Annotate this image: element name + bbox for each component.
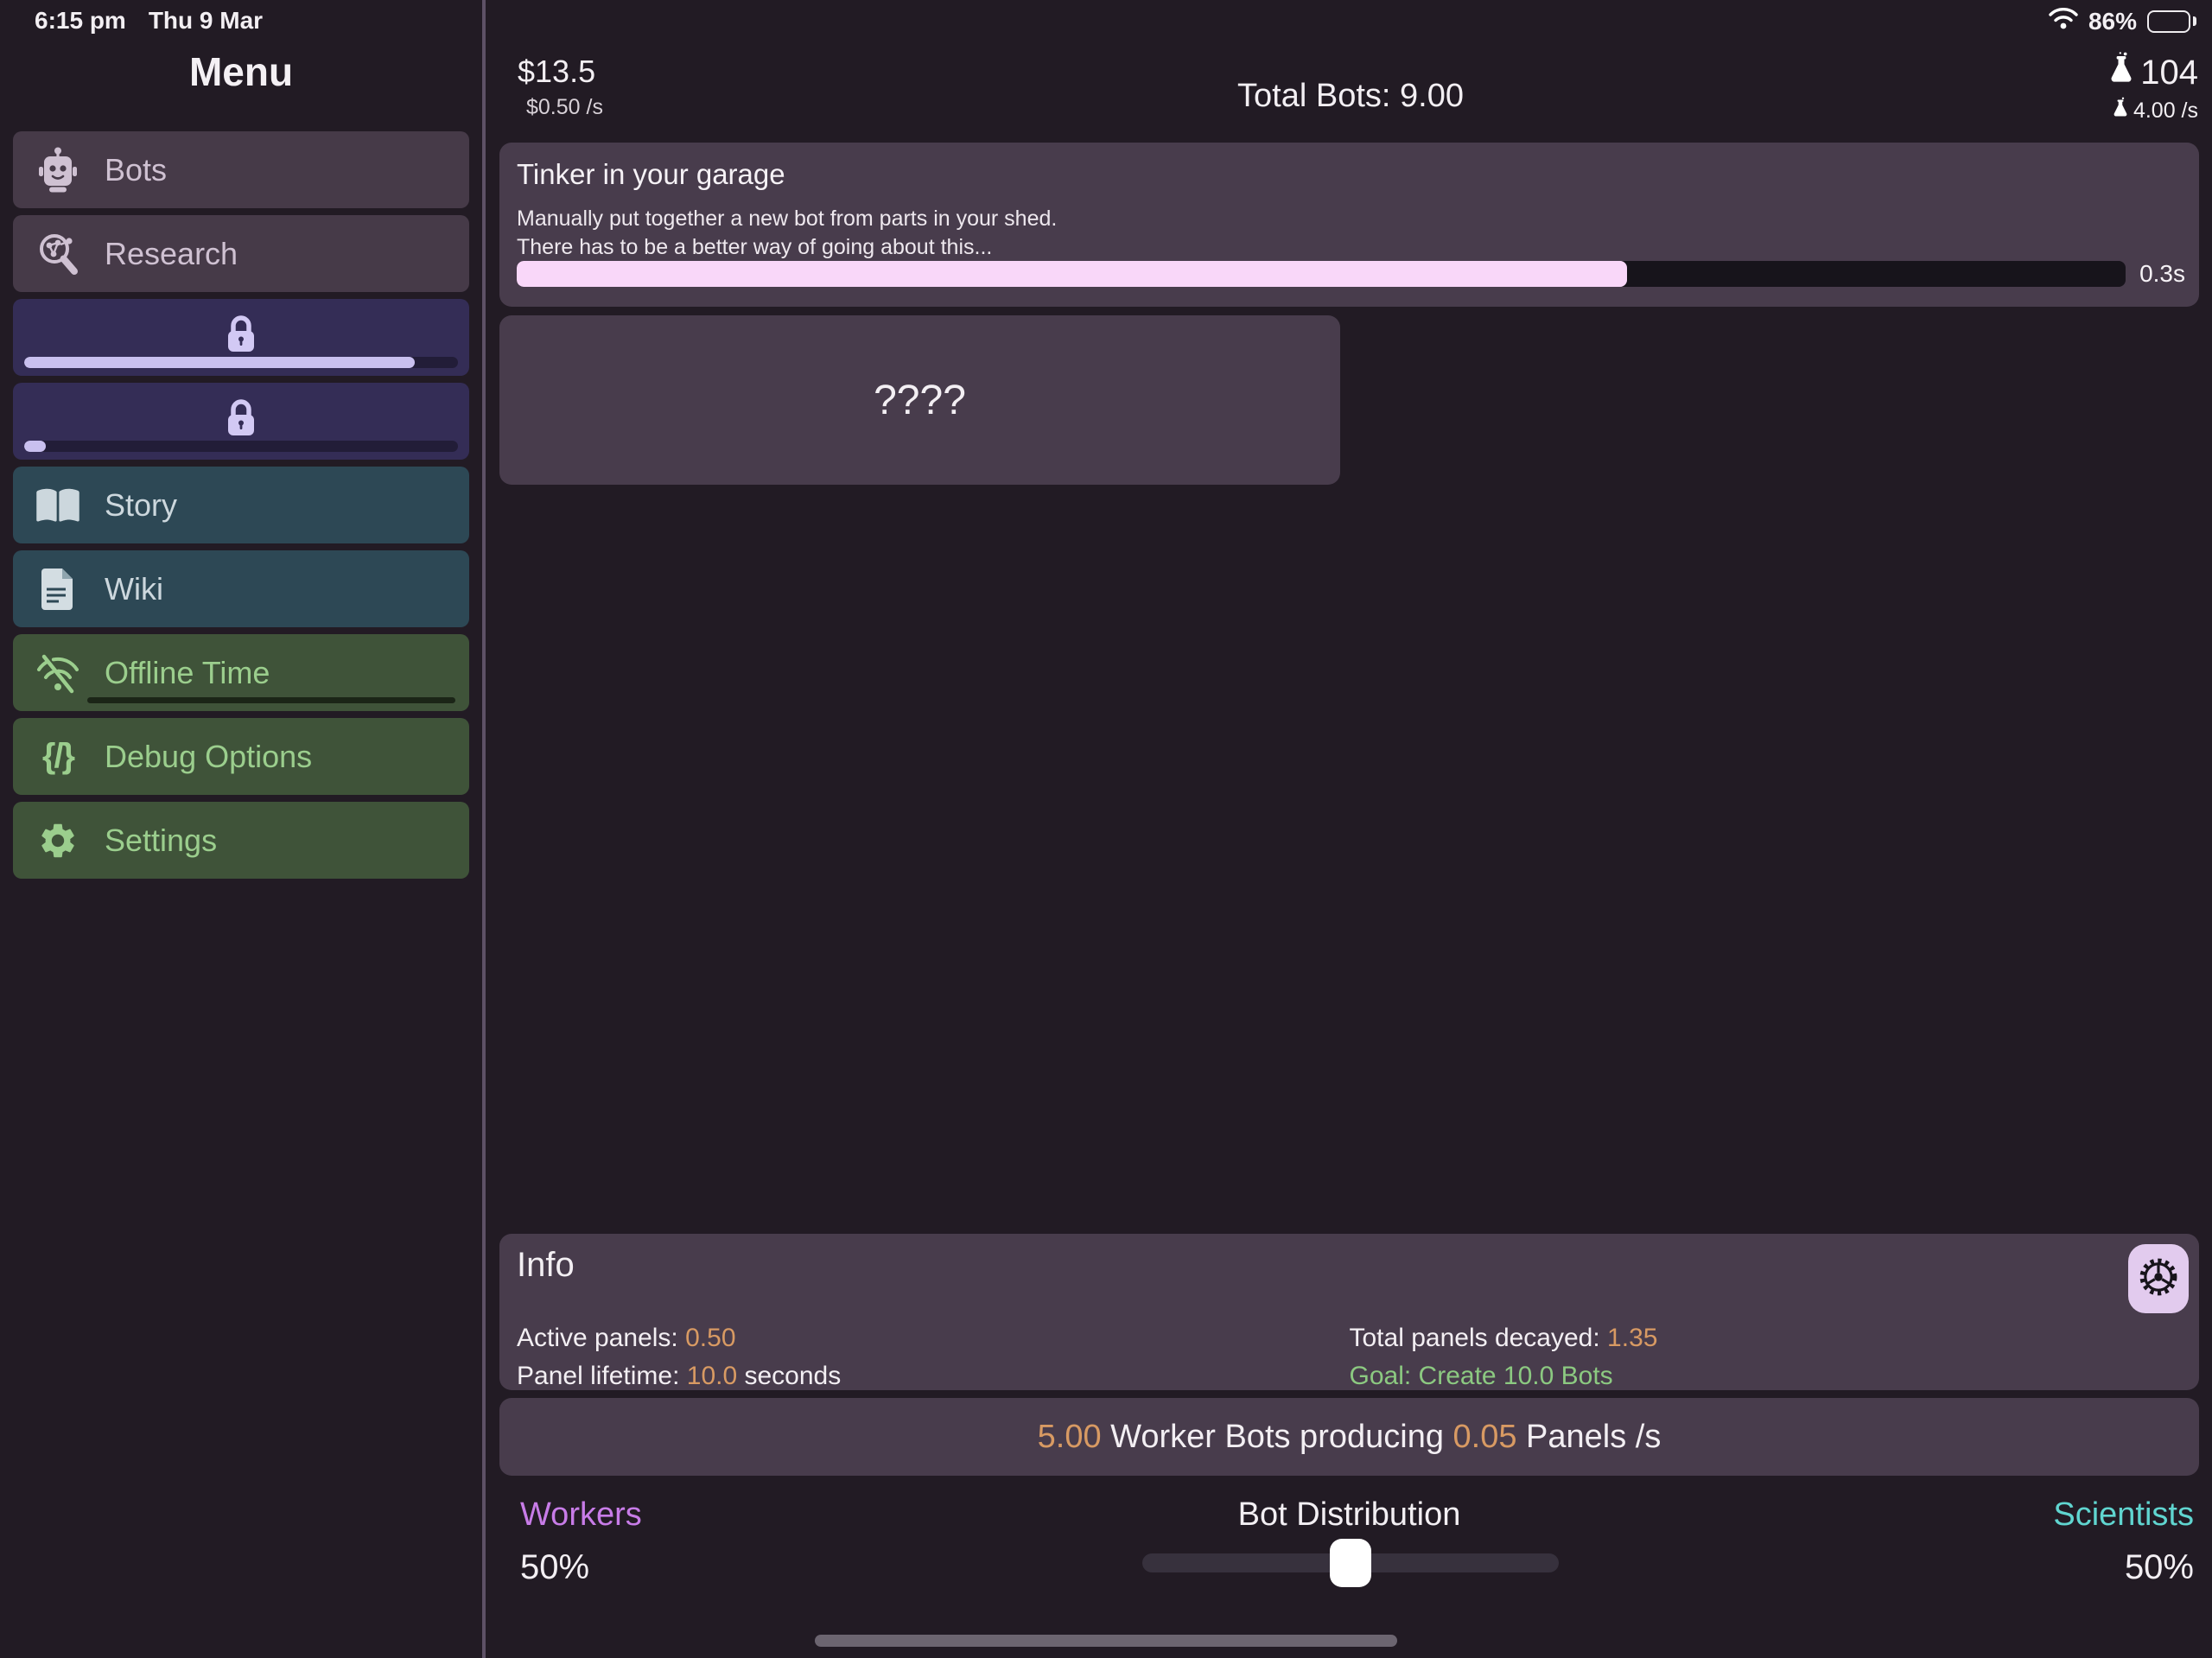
sidebar-item-label: Debug Options xyxy=(105,739,312,775)
sidebar-item-label: Research xyxy=(105,236,238,272)
research-magnifier-icon xyxy=(34,232,82,276)
task-description-line1: Manually put together a new bot from par… xyxy=(517,205,2182,233)
distribution-labels-row: Workers Bot Distribution Scientists xyxy=(499,1496,2199,1538)
offline-time-progress-track xyxy=(87,697,455,703)
info-rows: Active panels: 0.50 Panel lifetime: 10.0… xyxy=(517,1319,2182,1395)
worker-count-value: 5.00 xyxy=(1038,1419,1102,1455)
gear-icon xyxy=(34,820,82,861)
production-text-suffix: Panels /s xyxy=(1517,1419,1662,1455)
slider-thumb[interactable] xyxy=(1330,1539,1371,1587)
lock-icon xyxy=(222,396,260,447)
info-panel: Info Active panels: 0.50 Panel lifetime:… xyxy=(499,1234,2199,1390)
battery-tip xyxy=(2193,16,2196,26)
open-book-icon xyxy=(34,486,82,524)
production-text-mid: Worker Bots producing xyxy=(1102,1419,1453,1455)
home-indicator[interactable] xyxy=(815,1635,1397,1647)
locked-progress-fill xyxy=(24,441,46,452)
sidebar-item-settings[interactable]: Settings xyxy=(13,802,469,879)
workers-label: Workers xyxy=(520,1496,642,1534)
main-area: $13.5 $0.50 /s Total Bots: 9.00 104 4.00… xyxy=(489,0,2212,1658)
task-card-tinker[interactable]: Tinker in your garage Manually put toget… xyxy=(499,143,2199,307)
sidebar-item-bots[interactable]: Bots xyxy=(13,131,469,208)
lock-icon xyxy=(222,312,260,363)
science-rate: 4.00 /s xyxy=(2133,98,2198,124)
sidebar-item-locked-1[interactable] xyxy=(13,299,469,376)
battery-percent: 86% xyxy=(2088,8,2137,35)
panel-lifetime-value: 10.0 xyxy=(687,1362,737,1390)
task-progress-row: 0.3s xyxy=(517,260,2185,288)
production-summary-bar: 5.00 Worker Bots producing 0.05 Panels /… xyxy=(499,1398,2199,1476)
workers-percent: 50% xyxy=(520,1548,589,1587)
scientists-label: Scientists xyxy=(2053,1496,2194,1534)
sidebar-item-debug-options[interactable]: {/} Debug Options xyxy=(13,718,469,795)
panels-decayed-row: Total panels decayed: 1.35 xyxy=(1350,1319,2183,1357)
gear-icon xyxy=(2139,1257,2178,1301)
task-description: Manually put together a new bot from par… xyxy=(517,205,2182,262)
sidebar-item-label: Settings xyxy=(105,823,217,859)
document-icon xyxy=(34,567,82,612)
locked-progress-track xyxy=(24,357,458,368)
wifi-slash-icon xyxy=(34,651,82,695)
sidebar-item-label: Offline Time xyxy=(105,655,270,691)
sidebar-item-wiki[interactable]: Wiki xyxy=(13,550,469,627)
science-flask-icon-small xyxy=(2113,97,2128,124)
date: Thu 9 Mar xyxy=(149,7,263,35)
task-progress-fill xyxy=(517,261,1627,287)
panel-lifetime-row: Panel lifetime: 10.0 seconds xyxy=(517,1357,1350,1395)
menu-title: Menu xyxy=(0,48,482,102)
sidebar-item-story[interactable]: Story xyxy=(13,467,469,543)
locked-progress-track xyxy=(24,441,458,452)
info-left-column: Active panels: 0.50 Panel lifetime: 10.0… xyxy=(517,1319,1350,1395)
robot-icon xyxy=(34,147,82,194)
sidebar-item-offline-time[interactable]: Offline Time xyxy=(13,634,469,711)
app-screen: 6:15 pm Thu 9 Mar 86% Menu Bots Research xyxy=(0,0,2212,1658)
code-braces-icon: {/} xyxy=(34,737,82,776)
status-bar: 6:15 pm Thu 9 Mar 86% xyxy=(0,0,2212,40)
battery-icon xyxy=(2147,10,2190,33)
clock: 6:15 pm xyxy=(35,7,126,35)
status-left: 6:15 pm Thu 9 Mar xyxy=(35,7,263,35)
sidebar-item-research[interactable]: Research xyxy=(13,215,469,292)
sidebar-item-label: Bots xyxy=(105,152,167,188)
task-progress-track xyxy=(517,261,2126,287)
info-settings-button[interactable] xyxy=(2128,1244,2189,1313)
sidebar-item-label: Wiki xyxy=(105,571,163,607)
task-description-line2: There has to be a better way of going ab… xyxy=(517,233,2182,262)
science-flask-icon xyxy=(2109,52,2133,93)
total-bots-label: Total Bots: 9.00 xyxy=(489,78,2212,115)
active-panels-value: 0.50 xyxy=(685,1324,735,1352)
locked-progress-fill xyxy=(24,357,415,368)
science-count: 104 xyxy=(2140,54,2198,92)
info-panel-title: Info xyxy=(517,1246,2182,1285)
task-title: Tinker in your garage xyxy=(517,158,2182,191)
scientists-percent: 50% xyxy=(2125,1548,2194,1587)
task-time-remaining: 0.3s xyxy=(2139,260,2185,288)
wifi-icon xyxy=(2049,7,2078,35)
sidebar-item-label: Story xyxy=(105,487,177,524)
status-right: 86% xyxy=(2049,7,2196,35)
mystery-card[interactable]: ???? xyxy=(499,315,1340,485)
info-right-column: Total panels decayed: 1.35 Goal: Create … xyxy=(1350,1319,2183,1395)
sidebar-item-locked-2[interactable] xyxy=(13,383,469,460)
goal-row: Goal: Create 10.0 Bots xyxy=(1350,1357,2183,1395)
bot-distribution-slider[interactable] xyxy=(1142,1553,1559,1572)
panels-decayed-value: 1.35 xyxy=(1607,1324,1657,1352)
menu-sidebar: Menu Bots Research xyxy=(0,0,486,1658)
science-display: 104 4.00 /s xyxy=(2109,52,2198,124)
production-rate-value: 0.05 xyxy=(1453,1419,1517,1455)
mystery-label: ???? xyxy=(874,377,966,424)
active-panels-row: Active panels: 0.50 xyxy=(517,1319,1350,1357)
bot-distribution-label: Bot Distribution xyxy=(1238,1496,1461,1534)
